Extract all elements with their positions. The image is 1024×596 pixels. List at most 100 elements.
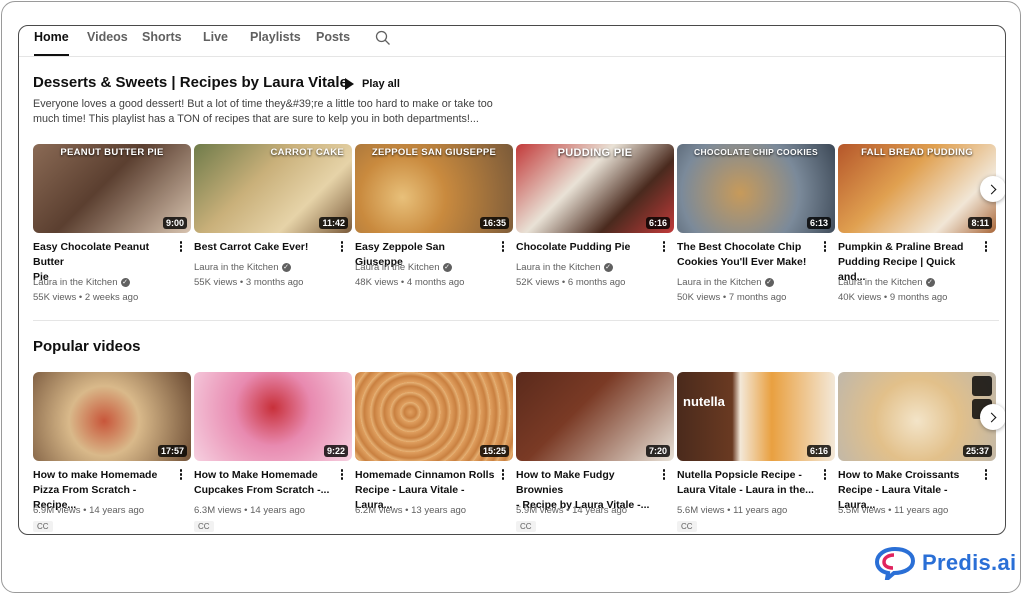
more-options-icon[interactable] [500, 469, 506, 481]
channel-name[interactable]: Laura in the Kitchen ✓ [838, 277, 935, 288]
tab-shorts[interactable]: Shorts [142, 30, 182, 56]
video-title[interactable]: Best Carrot Cake Ever! [194, 240, 334, 255]
predis-logo: Predis.ai [874, 544, 1016, 582]
duration-badge: 25:37 [962, 445, 992, 457]
more-options-icon[interactable] [983, 469, 989, 481]
video-thumbnail[interactable]: PEANUT BUTTER PIE 9:00 [33, 144, 191, 233]
more-options-icon[interactable] [339, 241, 345, 253]
more-options-icon[interactable] [661, 469, 667, 481]
duration-badge: 15:25 [479, 445, 509, 457]
more-options-icon[interactable] [178, 469, 184, 481]
tab-home[interactable]: Home [34, 30, 69, 56]
video-card[interactable]: 25:37 How to Make Croissants Recipe - Lau… [838, 372, 996, 516]
video-thumbnail[interactable]: 15:25 [355, 372, 513, 461]
section-divider [33, 320, 999, 321]
video-thumbnail[interactable]: PUDDING PIE 6:16 [516, 144, 674, 233]
video-meta: 6.9M views • 14 years ago [33, 505, 145, 516]
video-thumbnail[interactable]: CHOCOLATE CHIP COOKIES 6:13 [677, 144, 835, 233]
thumbnail-caption: CARROT CAKE [270, 147, 344, 158]
video-meta: 40K views • 9 months ago [838, 292, 948, 303]
tab-playlists[interactable]: Playlists [250, 30, 301, 56]
video-card[interactable]: PEANUT BUTTER PIE 9:00 Easy Chocolate Pe… [33, 144, 191, 303]
duration-badge: 11:42 [319, 217, 348, 229]
video-thumbnail[interactable]: 7:20 [516, 372, 674, 461]
channel-name[interactable]: Laura in the Kitchen ✓ [33, 277, 130, 288]
play-icon [345, 78, 354, 90]
more-options-icon[interactable] [983, 241, 989, 253]
video-meta: 52K views • 6 months ago [516, 277, 626, 288]
video-card[interactable]: nutella 6:16 Nutella Popsicle Recipe - La… [677, 372, 835, 532]
video-title[interactable]: Chocolate Pudding Pie [516, 240, 656, 255]
search-icon[interactable] [375, 30, 391, 46]
video-meta: 5.6M views • 11 years ago [677, 505, 788, 516]
predis-logo-text: Predis.ai [922, 550, 1017, 575]
video-meta: 5.9M views • 14 years ago [516, 505, 628, 516]
verified-icon: ✓ [925, 278, 935, 287]
video-title[interactable]: Nutella Popsicle Recipe - Laura Vitale - … [677, 468, 817, 498]
video-meta: 55K views • 2 weeks ago [33, 292, 139, 303]
more-options-icon[interactable] [178, 241, 184, 253]
more-options-icon[interactable] [661, 241, 667, 253]
popular-next-button[interactable] [980, 404, 1005, 430]
video-card[interactable]: CHOCOLATE CHIP COOKIES 6:13 The Best Cho… [677, 144, 835, 303]
playlist-title[interactable]: Desserts & Sweets | Recipes by Laura Vit… [33, 74, 348, 91]
thumbnail-caption: CHOCOLATE CHIP COOKIES [694, 147, 818, 157]
video-thumbnail[interactable]: ZEPPOLE SAN GIUSEPPE 16:35 [355, 144, 513, 233]
thumbnail-caption: ZEPPOLE SAN GIUSEPPE [371, 147, 497, 158]
channel-name[interactable]: Laura in the Kitchen ✓ [516, 262, 613, 273]
channel-name[interactable]: Laura in the Kitchen ✓ [677, 277, 774, 288]
video-card[interactable]: 17:57 How to make Homemade Pizza From Scr… [33, 372, 191, 532]
video-thumbnail[interactable]: FALL BREAD PUDDING 8:11 [838, 144, 996, 233]
video-meta: 50K views • 7 months ago [677, 292, 787, 303]
playlist-next-button[interactable] [980, 176, 1005, 202]
chevron-right-icon [986, 412, 997, 422]
cc-badge: CC [516, 521, 536, 532]
play-all-label: Play all [362, 78, 400, 90]
video-thumbnail[interactable]: 9:22 [194, 372, 352, 461]
nutella-jar-label: nutella [683, 394, 725, 409]
video-thumbnail[interactable]: nutella 6:16 [677, 372, 835, 461]
cc-badge: CC [33, 521, 53, 532]
video-card[interactable]: 7:20 How to Make Fudgy Brownies - Recipe … [516, 372, 674, 532]
video-thumbnail[interactable]: 25:37 [838, 372, 996, 461]
popular-videos-title: Popular videos [33, 338, 141, 355]
verified-icon: ✓ [442, 263, 452, 272]
channel-tabs: Home Videos Shorts Live Playlists Posts [19, 26, 1005, 57]
video-card[interactable]: 15:25 Homemade Cinnamon Rolls Recipe - La… [355, 372, 513, 516]
verified-icon: ✓ [603, 263, 613, 272]
more-options-icon[interactable] [339, 469, 345, 481]
tab-posts[interactable]: Posts [316, 30, 350, 56]
more-options-icon[interactable] [822, 469, 828, 481]
video-title[interactable]: How to Make Homemade Cupcakes From Scratc… [194, 468, 334, 498]
video-card[interactable]: 9:22 How to Make Homemade Cupcakes From S… [194, 372, 352, 532]
playlist-description: Everyone loves a good dessert! But a lot… [33, 98, 493, 125]
video-thumbnail[interactable]: CARROT CAKE 11:42 [194, 144, 352, 233]
video-card[interactable]: CARROT CAKE 11:42 Best Carrot Cake Ever!… [194, 144, 352, 288]
video-meta: 5.5M views • 11 years ago [838, 505, 949, 516]
duration-badge: 17:57 [157, 445, 187, 457]
duration-badge: 9:22 [323, 445, 348, 457]
video-meta: 48K views • 4 months ago [355, 277, 465, 288]
thumbnail-caption: PEANUT BUTTER PIE [60, 147, 164, 158]
duration-badge: 8:11 [968, 217, 992, 229]
video-card[interactable]: PUDDING PIE 6:16 Chocolate Pudding Pie L… [516, 144, 674, 288]
channel-name[interactable]: Laura in the Kitchen ✓ [355, 262, 452, 273]
duration-badge: 9:00 [162, 217, 187, 229]
more-options-icon[interactable] [822, 241, 828, 253]
video-card[interactable]: FALL BREAD PUDDING 8:11 Pumpkin & Pralin… [838, 144, 996, 303]
video-card[interactable]: ZEPPOLE SAN GIUSEPPE 16:35 Easy Zeppole … [355, 144, 513, 288]
video-meta: 55K views • 3 months ago [194, 277, 304, 288]
duration-badge: 16:35 [479, 217, 509, 229]
watch-later-icon[interactable] [972, 376, 992, 396]
tab-live[interactable]: Live [203, 30, 228, 56]
more-options-icon[interactable] [500, 241, 506, 253]
channel-name[interactable]: Laura in the Kitchen ✓ [194, 262, 291, 273]
tab-videos[interactable]: Videos [87, 30, 128, 56]
video-title[interactable]: The Best Chocolate Chip Cookies You'll Ev… [677, 240, 817, 270]
verified-icon: ✓ [764, 278, 774, 287]
video-thumbnail[interactable]: 17:57 [33, 372, 191, 461]
play-all-button[interactable]: Play all [345, 76, 400, 92]
channel-home-panel: Home Videos Shorts Live Playlists Posts … [18, 25, 1006, 535]
cc-badge: CC [677, 521, 697, 532]
thumbnail-caption: FALL BREAD PUDDING [861, 147, 973, 158]
